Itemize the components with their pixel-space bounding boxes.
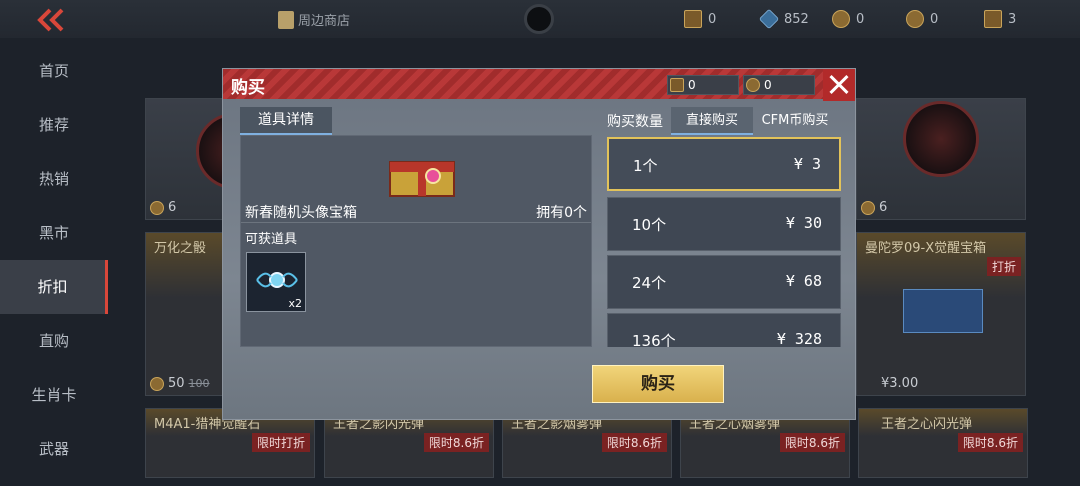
quantity-option[interactable]: 136个 ¥ 328 xyxy=(607,313,841,347)
gold-coin-icon xyxy=(746,78,760,92)
option-quantity: 136个 xyxy=(632,332,676,347)
sidebar-item-black-market[interactable]: 黑市 xyxy=(0,206,108,260)
ticket-count: 0 xyxy=(708,11,717,27)
option-price: ¥ 3 xyxy=(793,155,821,173)
option-quantity: 10个 xyxy=(632,216,667,234)
diamond-count: 852 xyxy=(784,11,809,27)
card-price-value: 50 xyxy=(168,376,185,391)
sidebar: 首页 推荐 热销 黑市 折扣 直购 生肖卡 武器 xyxy=(0,44,108,486)
merch-shop-link[interactable]: 周边商店 xyxy=(278,10,350,29)
point-count: 0 xyxy=(930,11,939,27)
card-title: 曼陀罗09-X觉醒宝箱 xyxy=(865,241,987,256)
owned-count: 拥有0个 xyxy=(536,205,587,221)
close-icon[interactable] xyxy=(823,69,855,101)
card-price: ¥3.00 xyxy=(881,376,919,391)
shop-bag-icon xyxy=(278,10,294,29)
card-title: 万化之骰 xyxy=(154,241,207,256)
dialog-title: 购买 xyxy=(231,78,265,98)
point-coin-icon xyxy=(906,10,924,28)
card-price: 6 xyxy=(861,200,887,215)
discount-tag: 打折 xyxy=(986,257,1021,276)
discount-tag: 限时8.6折 xyxy=(779,433,845,452)
ticket-icon xyxy=(670,78,684,92)
card-price: 6 xyxy=(150,200,176,215)
currency-point[interactable]: 0 xyxy=(906,10,938,28)
discount-tag: 限时打折 xyxy=(251,433,310,452)
sidebar-item-recommend[interactable]: 推荐 xyxy=(0,98,108,152)
card-title: 王者之心闪光弹 xyxy=(881,417,973,432)
ticket-balance: 0 xyxy=(688,78,696,92)
key-icon xyxy=(984,10,1002,28)
option-price: ¥ 328 xyxy=(776,330,822,347)
quantity-label: 购买数量 xyxy=(607,114,663,130)
sidebar-item-home[interactable]: 首页 xyxy=(0,44,108,98)
sidebar-item-weapons[interactable]: 武器 xyxy=(0,422,108,476)
ticket-icon xyxy=(684,10,702,28)
option-quantity: 1个 xyxy=(633,157,658,175)
gold-coin-icon xyxy=(832,10,850,28)
coin-icon xyxy=(861,200,875,215)
discount-tag: 限时8.6折 xyxy=(423,433,489,452)
card-price-value: 6 xyxy=(168,200,177,215)
obtainable-items-label: 可获道具 xyxy=(245,232,298,247)
avatar-frame-icon xyxy=(256,272,298,288)
purchase-dialog: 购买 0 0 道具详情 新春随机头像宝箱 拥有0个 可获道具 x2 购买数量 直… xyxy=(222,68,856,420)
currency-diamond[interactable]: 852 xyxy=(758,8,809,30)
discount-tag: 限时8.6折 xyxy=(957,433,1023,452)
reward-quantity: x2 xyxy=(288,297,302,310)
item-name: 新春随机头像宝箱 xyxy=(245,205,357,221)
gold-count: 0 xyxy=(856,11,865,27)
buy-button[interactable]: 购买 xyxy=(592,365,724,403)
currency-gold[interactable]: 0 xyxy=(832,10,864,28)
sidebar-item-zodiac-card[interactable]: 生肖卡 xyxy=(0,368,108,422)
option-quantity: 24个 xyxy=(632,274,667,292)
tab-direct-purchase[interactable]: 直接购买 xyxy=(671,107,753,135)
currency-key[interactable]: 3 xyxy=(984,10,1016,28)
option-price: ¥ 68 xyxy=(785,272,822,290)
quantity-options-list[interactable]: 1个 ¥ 3 10个 ¥ 30 24个 ¥ 68 136个 ¥ 328 xyxy=(607,137,841,347)
gold-balance: 0 xyxy=(764,78,772,92)
helmet-emblem-icon xyxy=(903,101,979,177)
store-card[interactable]: 6 xyxy=(856,98,1026,220)
dialog-currency-ticket: 0 xyxy=(667,75,739,95)
treasure-chest-icon xyxy=(389,161,455,197)
tab-item-details[interactable]: 道具详情 xyxy=(240,107,332,135)
merch-shop-label: 周边商店 xyxy=(298,14,351,29)
chest-image xyxy=(903,289,983,333)
reward-item-slot[interactable]: x2 xyxy=(246,252,306,312)
camera-notch xyxy=(524,4,554,34)
dialog-header: 购买 0 0 xyxy=(223,69,855,101)
store-card[interactable]: 王者之心闪光弹 限时8.6折 xyxy=(858,408,1028,478)
coin-icon xyxy=(150,376,164,391)
sidebar-item-direct-buy[interactable]: 直购 xyxy=(0,314,108,368)
card-old-price: 100 xyxy=(188,377,210,390)
store-card[interactable]: 曼陀罗09-X觉醒宝箱 打折 ¥3.00 xyxy=(856,232,1026,396)
quantity-option[interactable]: 10个 ¥ 30 xyxy=(607,197,841,251)
diamond-icon xyxy=(758,8,780,30)
dialog-currency-gold: 0 xyxy=(743,75,815,95)
key-count: 3 xyxy=(1008,11,1017,27)
quantity-option[interactable]: 24个 ¥ 68 xyxy=(607,255,841,309)
divider xyxy=(241,222,591,223)
sidebar-item-discount[interactable]: 折扣 xyxy=(0,260,108,314)
coin-icon xyxy=(150,200,164,215)
sidebar-item-hot[interactable]: 热销 xyxy=(0,152,108,206)
item-detail-panel: 新春随机头像宝箱 拥有0个 可获道具 x2 xyxy=(240,135,592,347)
discount-tag: 限时8.6折 xyxy=(601,433,667,452)
option-price: ¥ 30 xyxy=(785,214,822,232)
currency-ticket[interactable]: 0 xyxy=(684,10,716,28)
quantity-option[interactable]: 1个 ¥ 3 xyxy=(607,137,841,191)
card-price-value: 6 xyxy=(879,200,888,215)
card-price: 50 100 xyxy=(150,376,210,391)
back-icon[interactable] xyxy=(36,8,66,32)
top-bar: 周边商店 0 852 0 0 3 xyxy=(0,0,1080,38)
tab-cfm-coin-purchase[interactable]: CFM币购买 xyxy=(755,107,835,135)
